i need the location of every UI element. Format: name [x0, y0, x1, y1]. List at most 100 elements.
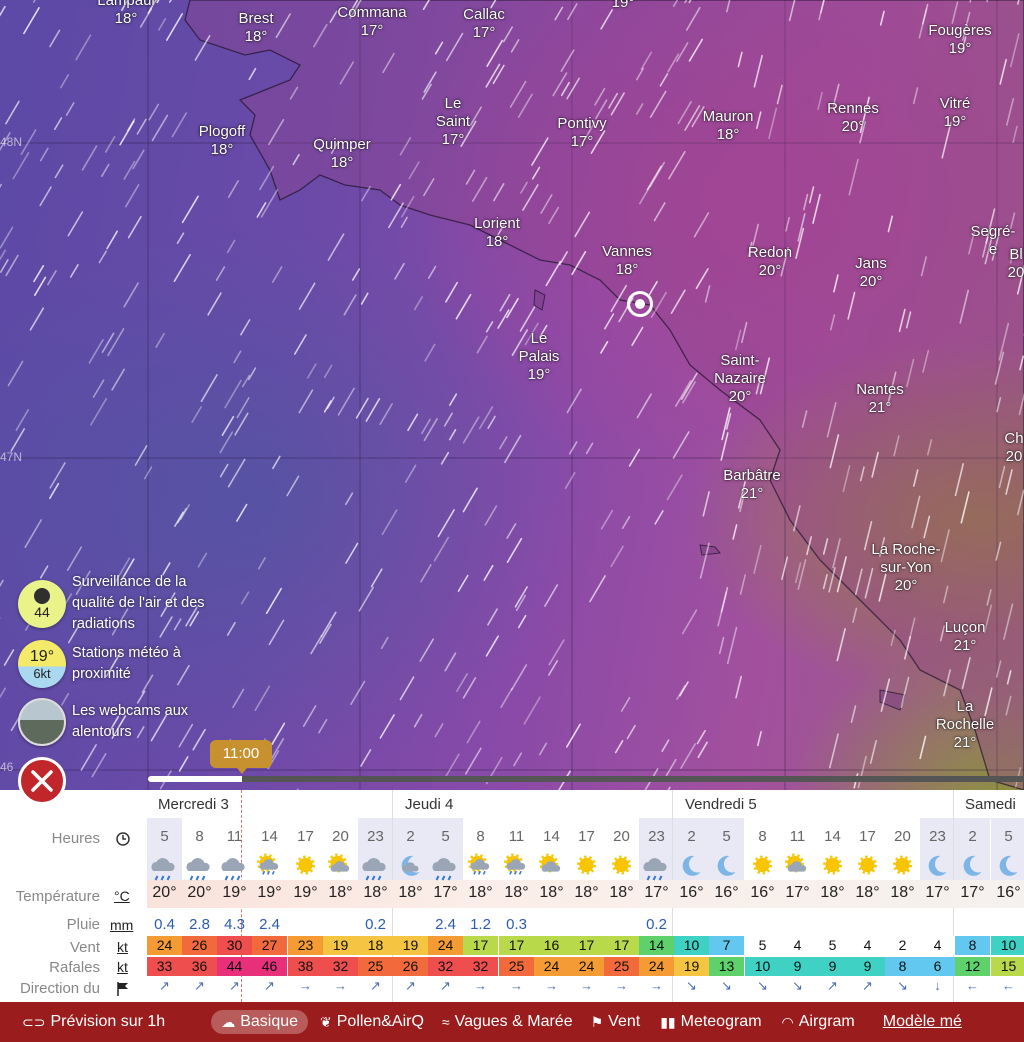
city-label[interactable]: Le Saint 17° [436, 95, 470, 149]
time-bubble[interactable]: 11:00 [210, 740, 272, 774]
tab-model[interactable]: Modèle mé [883, 1013, 962, 1031]
city-label[interactable]: Saint- Nazaire 20° [714, 352, 766, 406]
wind-cell: 17 [499, 936, 534, 955]
city-temp: 17° [441, 131, 465, 148]
city-label[interactable]: La Rochelle 21° [936, 698, 994, 752]
tab-wind[interactable]: ⚑ Vent [591, 1013, 641, 1031]
city-label[interactable]: Rennes 20° [827, 100, 879, 136]
temperature-cell: 18° [539, 884, 564, 901]
gust-cell: 44 [217, 957, 252, 976]
city-label[interactable]: Bl 20 [1008, 246, 1024, 282]
city-temp: 19° [611, 0, 635, 11]
label-temperature: Température [15, 888, 100, 905]
hour-cell: 11 [789, 828, 806, 845]
city-label[interactable]: Nantes 21° [856, 381, 904, 417]
sun-cloud-icon [780, 852, 815, 880]
wind-direction-arrow: → [510, 978, 523, 993]
city-temp: 20° [728, 388, 752, 405]
city-label[interactable]: Callac 17° [463, 6, 505, 42]
rain-cell: 2.4 [435, 916, 456, 933]
city-temp: 19° [943, 113, 967, 130]
city-name: Bl [1009, 246, 1023, 263]
wind-direction-arrow: ↘ [721, 978, 732, 993]
city-label[interactable]: Barbâtre 21° [723, 467, 781, 503]
wind-direction-arrow: → [545, 978, 558, 993]
webcams-poi[interactable]: Les webcams aux alentours [18, 698, 232, 746]
sun-icon [745, 852, 780, 880]
weather-station-badge[interactable]: 19° 6kt [18, 640, 66, 688]
city-label[interactable]: Lampaul 18° [97, 0, 155, 28]
rain-unit[interactable]: mm [110, 917, 133, 933]
gust-cell: 26 [393, 957, 428, 976]
city-temp: 20° [841, 118, 865, 135]
city-name: Lorient [474, 215, 520, 232]
city-label[interactable]: Jans 20° [855, 255, 887, 291]
tab-basic[interactable]: ☁ Basique [211, 1010, 309, 1034]
city-label[interactable]: Ch 20 [1004, 430, 1023, 466]
city-label[interactable]: Vannes 18° [602, 243, 652, 279]
city-label[interactable]: Plogoff 18° [199, 123, 245, 159]
gust-cell: 19 [674, 957, 709, 976]
tab-label: Basique [240, 1013, 299, 1030]
gust-cell: 10 [745, 957, 780, 976]
tab-forecast-1h[interactable]: ⊂⊃ Prévision sur 1h [22, 1013, 165, 1031]
temperature-cell: 18° [398, 884, 423, 901]
wind-direction-arrow: ↗ [827, 978, 838, 993]
wind-direction-arrow: ↗ [862, 978, 873, 993]
city-label[interactable]: Pontivy 17° [557, 115, 606, 151]
gust-cell: 33 [147, 957, 182, 976]
close-button[interactable] [18, 757, 66, 805]
forecast-table[interactable]: Heures Température °C Pluie mm Vent kt R… [0, 790, 1024, 1002]
tab-meteogram[interactable]: ▮▮ Meteogram [660, 1013, 761, 1031]
wind-cell: 23 [288, 936, 323, 955]
city-label[interactable]: Redon 20° [748, 244, 792, 280]
timeline-slider[interactable] [148, 776, 1024, 782]
weather-map[interactable]: 48N 47N 46 Lampaul 18° Brest 18° Commana 17° Cal… [0, 0, 1024, 790]
temperature-cell: 16° [996, 884, 1021, 901]
wind-cell: 7 [709, 936, 744, 955]
city-name: La Rochelle [935, 698, 995, 733]
day-label: Mercredi 3 [158, 796, 229, 813]
temp-unit[interactable]: °C [114, 888, 130, 904]
city-name: Vitré [939, 95, 971, 112]
city-label[interactable]: Vitré 19° [940, 95, 971, 131]
gust-cell: 25 [499, 957, 534, 976]
city-label[interactable]: Luçon 21° [945, 619, 986, 655]
city-label[interactable]: Mauron 18° [703, 108, 754, 144]
city-label[interactable]: La Roche- sur-Yon 20° [871, 541, 940, 595]
city-label[interactable]: Quimper 18° [313, 136, 371, 172]
webcam-thumbnail[interactable] [18, 698, 66, 746]
tab-waves-tide[interactable]: ≈ Vagues & Marée [442, 1013, 573, 1031]
hour-cell: 2 [968, 828, 977, 845]
wind-cell: 17 [463, 936, 498, 955]
air-quality-poi[interactable]: 44 Surveillance de la qualité de l'air e… [18, 572, 232, 635]
day-label: Vendredi 5 [685, 796, 757, 813]
gust-cell: 32 [323, 957, 358, 976]
gust-cell: 13 [709, 957, 744, 976]
city-label[interactable]: Le Palais 19° [519, 330, 560, 384]
city-temp: 17° [472, 24, 496, 41]
city-temp: 21° [740, 485, 764, 502]
gust-unit[interactable]: kt [117, 959, 128, 975]
city-name: Nantes [856, 381, 904, 398]
tab-airgram[interactable]: ◠ Airgram [782, 1013, 855, 1031]
wind-direction-arrow: ↗ [264, 978, 275, 993]
latitude-label: 47N [0, 450, 23, 464]
tab-pollen-airq[interactable]: ❦ Pollen&AirQ [320, 1013, 424, 1031]
city-name: Fougères [928, 22, 992, 39]
weather-stations-poi[interactable]: 19° 6kt Stations météo à proximité [18, 640, 232, 688]
wind-unit[interactable]: kt [117, 939, 128, 955]
city-label[interactable]: 19° [612, 0, 635, 12]
city-name: Jans [855, 255, 887, 272]
city-label[interactable]: Lorient 18° [474, 215, 520, 251]
hour-cell: 5 [160, 828, 169, 845]
temperature-cell: 20° [152, 884, 177, 901]
city-label[interactable]: Fougères 19° [928, 22, 991, 58]
air-quality-badge[interactable]: 44 [18, 579, 66, 628]
city-name: Plogoff [198, 123, 246, 140]
city-label[interactable]: Commana 17° [337, 4, 406, 40]
city-label[interactable]: Brest 18° [238, 10, 273, 46]
hour-cell: 11 [508, 828, 525, 845]
location-marker[interactable] [627, 291, 653, 317]
gust-cell: 46 [252, 957, 287, 976]
